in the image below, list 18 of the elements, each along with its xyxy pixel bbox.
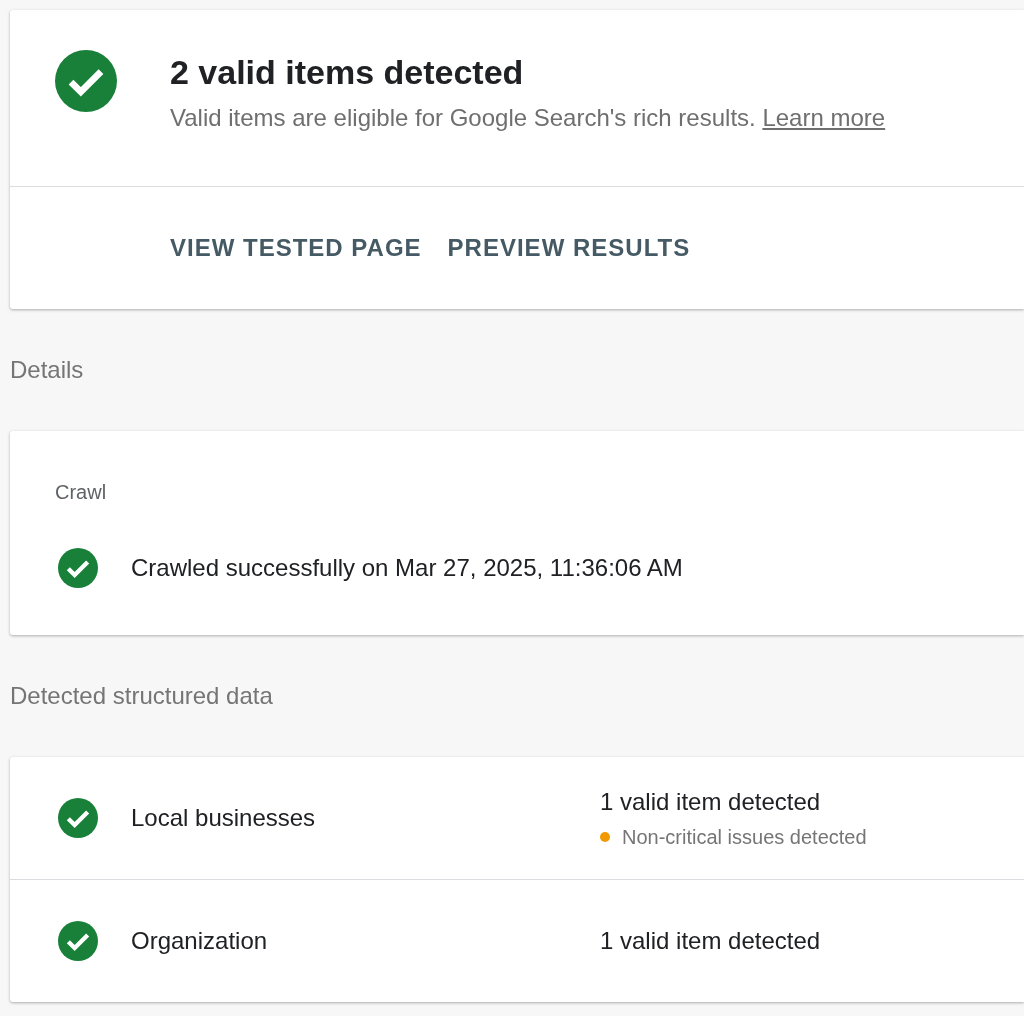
check-circle-icon xyxy=(58,548,98,588)
item-type-name: Local businesses xyxy=(131,804,317,832)
learn-more-link[interactable]: Learn more xyxy=(762,104,886,131)
check-circle-icon xyxy=(55,50,117,112)
section-heading: Detected structured data xyxy=(10,681,274,711)
check-circle-icon xyxy=(58,798,98,838)
summary-title: 2 valid items detected xyxy=(170,52,525,92)
summary-description: Valid items are eligible for Google Search's rich results. Learn more xyxy=(170,104,886,132)
check-circle-icon xyxy=(58,921,98,961)
action-button[interactable]: PREVIEW RESULTS xyxy=(437,224,701,272)
crawl-status-text: Crawled successfully on Mar 27, 2025, 11:36:06 AM xyxy=(131,554,683,582)
issue-text: Non-critical issues detected xyxy=(622,825,867,849)
result-text: 1 valid item detected xyxy=(600,787,822,816)
section-heading: Details xyxy=(10,355,85,385)
item-type-name: Organization xyxy=(131,927,269,955)
card-title: Crawl xyxy=(55,481,108,504)
result-text: 1 valid item detected xyxy=(600,927,821,955)
action-button[interactable]: VIEW TESTED PAGE xyxy=(160,224,432,272)
